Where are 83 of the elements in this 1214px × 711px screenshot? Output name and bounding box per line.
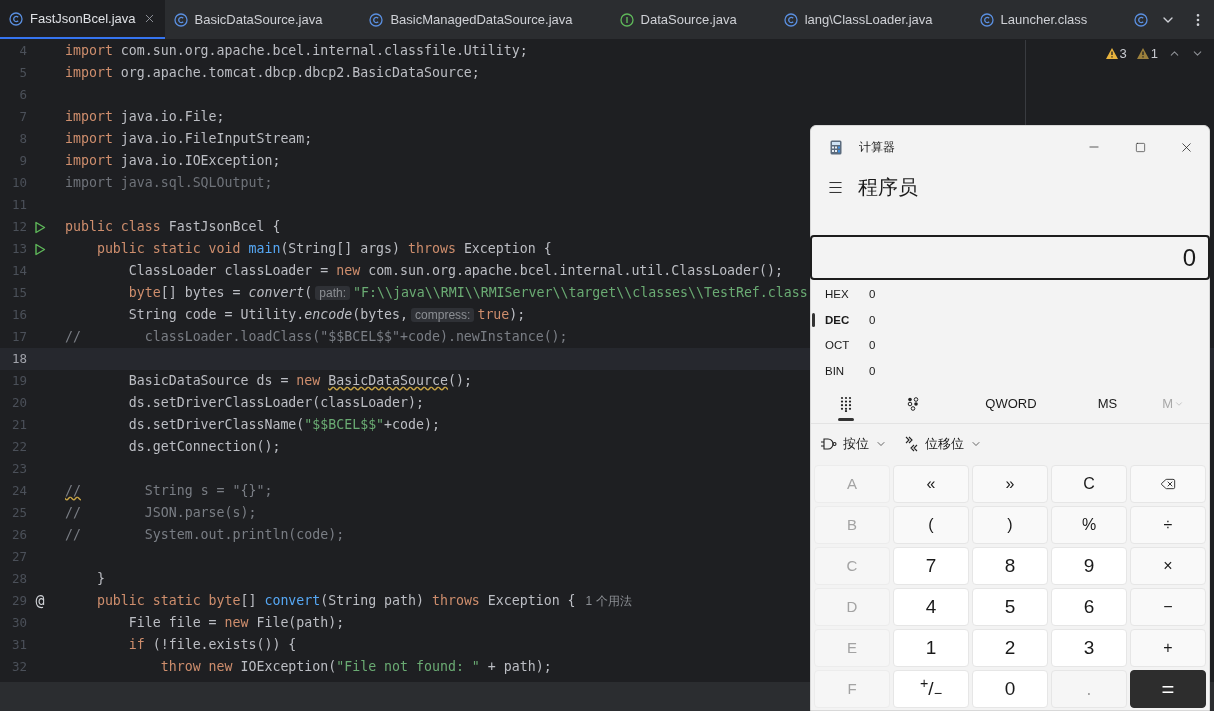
class-icon <box>979 12 994 27</box>
code-line: ds.getConnection(); <box>127 438 281 457</box>
code-line: File file = new File(path); <box>127 614 345 633</box>
class-icon <box>1134 12 1149 27</box>
code-line: ds.setDriverClassLoader(classLoader); <box>127 394 424 413</box>
code-line: // classLoader.loadClass("$$BCEL$$"+code).newInstance(); <box>65 328 568 347</box>
dropdown-button[interactable]: 按位 <box>821 434 887 454</box>
code-line: import java.io.IOException; <box>65 152 281 171</box>
code-line: // JSON.parse(s); <box>65 504 257 523</box>
calculator-key[interactable]: 3 <box>1051 629 1127 667</box>
toolbar-button[interactable]: QWORD <box>944 384 1078 423</box>
class-icon <box>783 12 798 27</box>
calculator-key[interactable]: « <box>893 465 969 503</box>
warning-count[interactable]: 1 <box>1136 44 1158 64</box>
mode-title: 程序员 <box>858 175 918 200</box>
code-line: public class FastJsonBcel { <box>65 218 281 237</box>
radix-row[interactable]: OCT 0 <box>811 333 1209 359</box>
editor-tab[interactable]: Launcher.class <box>970 0 1126 39</box>
calculator-key[interactable]: 7 <box>893 547 969 585</box>
editor-tab[interactable]: BasicManagedDataSource.java <box>360 0 611 39</box>
editor-tab[interactable]: FastJsonBcel.java <box>0 0 165 39</box>
calculator-key[interactable]: 0 <box>972 670 1048 708</box>
keypad-icon <box>839 395 852 412</box>
toolbar-button[interactable]: MS <box>1077 384 1138 423</box>
code-line: throw new IOException("File not found: " + path); <box>159 658 552 677</box>
code-line: String code = Utility.encode(bytes, compress: true); <box>127 306 526 325</box>
code-line: // String s = "{}"; <box>65 482 273 501</box>
maximize-icon <box>1134 141 1146 153</box>
logic-gate-icon <box>821 437 837 451</box>
shift-arrows-icon <box>903 436 919 452</box>
calculator-key[interactable]: 2 <box>972 629 1048 667</box>
calculator-key[interactable]: − <box>1130 588 1206 626</box>
calculator-key[interactable]: ) <box>972 506 1048 544</box>
calculator-key[interactable]: = <box>1130 670 1206 708</box>
code-line: import java.io.File; <box>65 108 225 127</box>
line-number: 18 <box>10 349 27 368</box>
code-line: if (!file.exists()) { <box>127 636 297 655</box>
calculator-key[interactable]: C <box>1051 465 1127 503</box>
code-line: import com.sun.org.apache.bcel.internal.classfile.Utility; <box>65 42 528 61</box>
code-line: import org.apache.tomcat.dbcp.dbcp2.BasicDataSource; <box>65 64 480 83</box>
dropdown-button[interactable]: 位移位 <box>903 434 982 454</box>
calculator-key[interactable]: + <box>1130 629 1206 667</box>
code-line: } <box>95 570 105 589</box>
editor-tab[interactable]: BasicDataSource.java <box>164 0 361 39</box>
calculator-key[interactable]: $^{+}$/$_{−}$ <box>893 670 969 708</box>
editor-tab[interactable]: lang\ClassLoader.java <box>774 0 971 39</box>
code-line: // System.out.println(code); <box>65 526 345 545</box>
calculator-key[interactable]: × <box>1130 547 1206 585</box>
code-line: byte[] bytes = convert( path: "F:\\java\\RMI\\RMIServer\\target\\classes\\TestRef.class <box>127 284 808 303</box>
calculator-key[interactable]: 8 <box>972 547 1048 585</box>
radix-row[interactable]: DEC 0 <box>811 307 1209 333</box>
calculator-key[interactable]: 6 <box>1051 588 1127 626</box>
warning-count[interactable]: 3 <box>1105 44 1127 64</box>
calculator-icon <box>830 139 842 155</box>
code-line: ds.setDriverClassName("$$BCEL$$"+code); <box>127 416 440 435</box>
window-title: 计算器 <box>859 139 895 156</box>
code-line: import java.sql.SQLOutput; <box>65 174 273 193</box>
calculator-key[interactable]: 9 <box>1051 547 1127 585</box>
class-icon <box>173 12 188 27</box>
radix-row[interactable]: BIN 0 <box>811 358 1209 384</box>
dots-icon <box>906 396 919 411</box>
calculator-key[interactable]: 4 <box>893 588 969 626</box>
interface-icon <box>619 12 634 27</box>
run-icon[interactable] <box>34 242 46 256</box>
backspace-icon <box>1160 476 1176 492</box>
code-line: import java.io.FileInputStream; <box>65 130 313 149</box>
class-icon <box>9 11 23 26</box>
code-line: BasicDataSource ds = new BasicDataSource(); <box>127 372 472 391</box>
calculator-key[interactable]: ( <box>893 506 969 544</box>
display-field: 0 <box>810 235 1210 280</box>
calculator-key[interactable]: ÷ <box>1130 506 1206 544</box>
radix-row[interactable]: HEX 0 <box>811 282 1209 308</box>
calculator-key[interactable]: % <box>1051 506 1127 544</box>
run-icon[interactable] <box>34 220 46 234</box>
calculator-key[interactable]: 5 <box>972 588 1048 626</box>
calculator-key[interactable]: 1 <box>893 629 969 667</box>
code-line: ClassLoader classLoader = new com.sun.org.apache.bcel.internal.util.ClassLoader(); <box>127 262 783 281</box>
code-line: public static void main(String[] args) throws Exception { <box>95 240 552 259</box>
gutter-marker[interactable]: @ <box>35 593 45 609</box>
class-icon <box>369 12 384 27</box>
editor-tab[interactable]: DataSource.java <box>610 0 775 39</box>
code-line: public static byte[] convert(String path) throws Exception { 1 个用法 <box>95 592 632 611</box>
calculator-key[interactable]: » <box>972 465 1048 503</box>
